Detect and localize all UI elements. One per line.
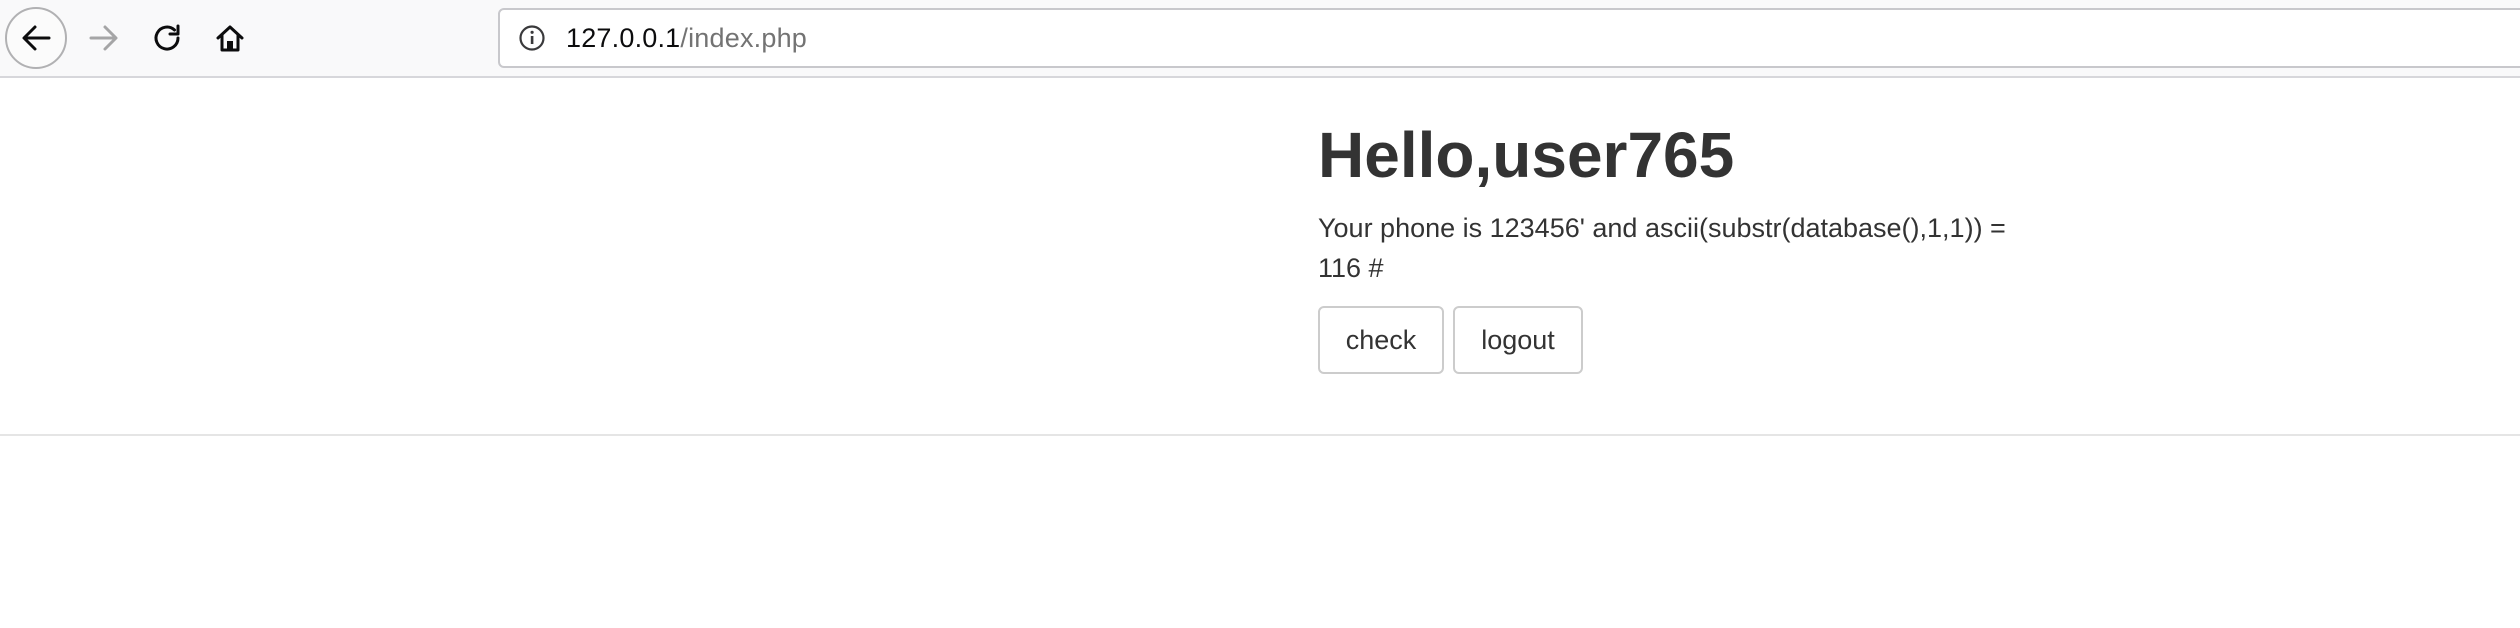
main-content: Hello,user765 Your phone is 123456' and …: [1318, 110, 2038, 374]
divider: [0, 434, 2520, 436]
info-icon[interactable]: [518, 24, 546, 52]
logout-button[interactable]: logout: [1453, 306, 1583, 374]
check-button[interactable]: check: [1318, 306, 1444, 374]
back-button[interactable]: [5, 7, 67, 69]
url-path: /index.php: [680, 22, 808, 53]
action-buttons: check logout: [1318, 306, 2038, 374]
phone-message: Your phone is 123456' and ascii(substr(d…: [1318, 213, 2006, 283]
url-text: 127.0.0.1/index.php: [566, 23, 807, 54]
home-icon: [216, 25, 244, 52]
browser-toolbar: 127.0.0.1/index.php: [0, 0, 2520, 78]
arrow-left-icon: [22, 25, 51, 51]
reload-icon: [154, 24, 180, 51]
url-host: 127.0.0.1: [566, 22, 681, 53]
reload-button[interactable]: [136, 7, 198, 69]
forward-button[interactable]: [73, 7, 135, 69]
greeting-heading: Hello,user765: [1318, 119, 1735, 191]
home-button[interactable]: [199, 7, 261, 69]
url-bar[interactable]: 127.0.0.1/index.php: [498, 8, 2520, 68]
arrow-right-icon: [89, 25, 118, 51]
